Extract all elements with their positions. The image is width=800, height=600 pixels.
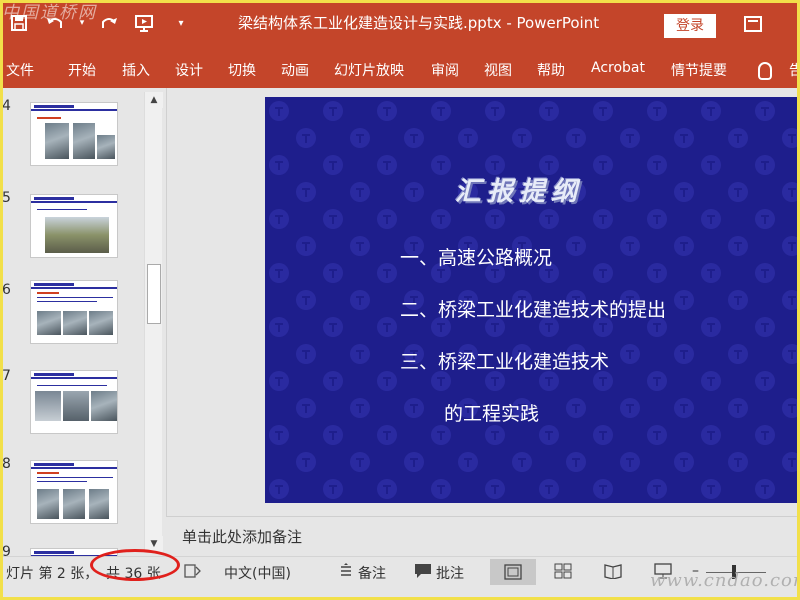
highlight-annotation-circle	[90, 549, 180, 581]
slide-thumbnail[interactable]	[30, 102, 118, 166]
slide-number-indicator: 灯片 第 2 张，	[6, 566, 99, 582]
window-title: 梁结构体系工业化建造设计与实践.pptx - PowerPoint	[238, 14, 600, 32]
tab-transitions[interactable]: 切换	[228, 60, 256, 80]
thumb-number: 7	[2, 368, 11, 384]
accessibility-icon[interactable]	[184, 563, 202, 579]
comments-icon[interactable]	[414, 563, 432, 579]
customize-toolbar-icon[interactable]: ▾	[168, 10, 194, 36]
tab-insert[interactable]: 插入	[122, 60, 150, 80]
tell-me-label[interactable]: 告	[789, 60, 800, 80]
slide-sorter-icon[interactable]	[554, 563, 572, 579]
normal-view-button[interactable]	[490, 559, 536, 585]
current-slide[interactable]: 汇报提纲 一、高速公路概况 二、桥梁工业化建造技术的提出 三、桥梁工业化建造技术…	[265, 97, 800, 503]
outline-item: 的工程实践	[444, 403, 540, 425]
slide-thumbnail[interactable]	[30, 280, 118, 344]
tab-design[interactable]: 设计	[175, 60, 203, 80]
watermark-url: www.cndao.com	[650, 570, 800, 591]
login-button[interactable]: 登录	[664, 14, 716, 38]
thumb-number: 9	[2, 544, 11, 556]
thumb-number: 5	[2, 190, 11, 206]
outline-item: 一、高速公路概况	[400, 247, 553, 269]
thumb-number: 4	[2, 98, 11, 114]
thumbnail-scrollbar[interactable]: ▲ ▼	[144, 92, 163, 552]
tell-me-bulb-icon[interactable]	[758, 62, 772, 80]
redo-icon[interactable]	[96, 10, 122, 36]
tab-review[interactable]: 审阅	[431, 60, 459, 80]
outline-item: 三、桥梁工业化建造技术	[400, 351, 610, 373]
language-indicator[interactable]: 中文(中国)	[224, 563, 291, 583]
tab-help[interactable]: 帮助	[537, 60, 565, 80]
notes-placeholder[interactable]: 单击此处添加备注	[182, 526, 302, 547]
tab-storyboard[interactable]: 情节提要	[671, 60, 727, 80]
tab-home[interactable]: 开始	[68, 60, 96, 80]
thumb-number: 6	[2, 282, 11, 298]
slide-title: 汇报提纲	[455, 177, 584, 207]
ribbon-tabs: 文件 开始 插入 设计 切换 动画 幻灯片放映 审阅 视图 帮助 Acrobat…	[0, 56, 800, 88]
scroll-thumb[interactable]	[147, 264, 161, 324]
tab-file[interactable]: 文件	[6, 60, 34, 80]
tab-slideshow[interactable]: 幻灯片放映	[334, 60, 404, 80]
present-from-start-icon[interactable]	[132, 10, 158, 36]
thumb-number: 8	[2, 456, 11, 472]
scroll-up-arrow-icon[interactable]: ▲	[145, 92, 163, 108]
slide-thumbnail[interactable]	[30, 194, 118, 258]
reading-view-icon[interactable]	[604, 563, 622, 580]
tab-view[interactable]: 视图	[484, 60, 512, 80]
tab-animations[interactable]: 动画	[281, 60, 309, 80]
watermark-logo: 中国道桥网	[2, 3, 97, 23]
comments-button-label[interactable]: 批注	[436, 563, 464, 583]
slide-thumbnail[interactable]	[30, 460, 118, 524]
title-bar: ▾ ▾ 梁结构体系工业化建造设计与实践.pptx - PowerPoint 登录	[0, 0, 800, 56]
notes-icon[interactable]	[338, 563, 356, 579]
tab-acrobat[interactable]: Acrobat	[591, 60, 645, 76]
notes-pane[interactable]: 单击此处添加备注	[166, 516, 800, 556]
slide-thumbnails-panel: 4 5 6 7 8 9	[0, 88, 166, 556]
outline-item: 二、桥梁工业化建造技术的提出	[400, 299, 667, 321]
notes-button-label[interactable]: 备注	[358, 563, 386, 583]
slide-thumbnail[interactable]	[30, 370, 118, 434]
ribbon-display-options-icon[interactable]	[744, 16, 762, 32]
